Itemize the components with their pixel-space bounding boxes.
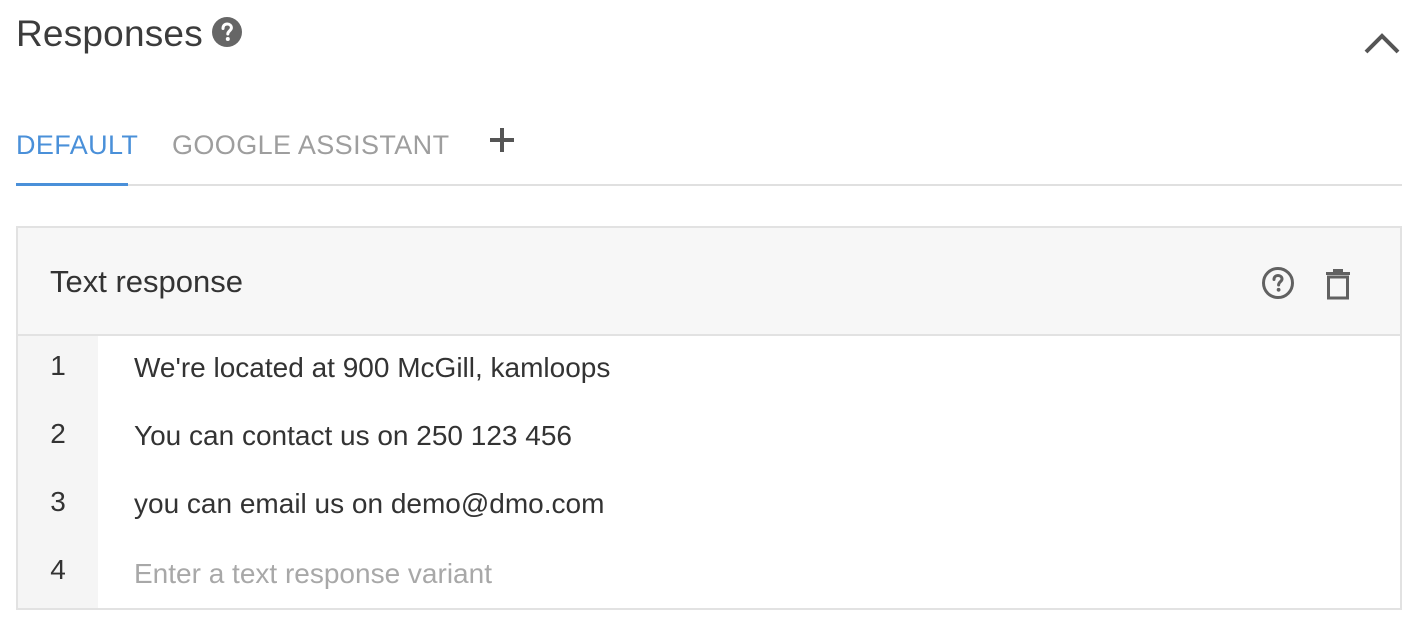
delete-card-button[interactable]: [1320, 265, 1356, 301]
row-number: 3: [50, 486, 66, 517]
response-input-row: 4: [18, 540, 1400, 608]
row-number: 4: [50, 554, 66, 585]
response-text[interactable]: We're located at 900 McGill, kamloops: [134, 352, 1380, 384]
section-title: Responses: [16, 13, 203, 54]
responses-header: Responses: [16, 8, 1402, 68]
chevron-up-icon: [1364, 33, 1400, 54]
card-help-button[interactable]: [1260, 265, 1296, 301]
add-tab-button[interactable]: [484, 122, 520, 158]
tab-google-assistant[interactable]: GOOGLE ASSISTANT: [172, 130, 449, 161]
response-row: 1 We're located at 900 McGill, kamloops: [18, 336, 1400, 404]
response-row: 3 you can email us on demo@dmo.com: [18, 472, 1400, 540]
trash-icon: [1326, 269, 1350, 300]
plus-icon: [490, 128, 514, 152]
response-tabs: DEFAULT GOOGLE ASSISTANT: [16, 100, 1402, 186]
row-number: 2: [50, 418, 66, 449]
response-text[interactable]: you can email us on demo@dmo.com: [134, 488, 1380, 520]
text-response-card: Text response 1 We're located at 900 McG…: [16, 226, 1402, 610]
active-tab-indicator: [16, 183, 128, 186]
card-header: Text response: [18, 228, 1400, 336]
tab-default[interactable]: DEFAULT: [16, 130, 138, 161]
response-variant-input[interactable]: [134, 552, 1034, 596]
help-circle-outline-icon: [1262, 267, 1294, 299]
help-circle-filled-icon[interactable]: [211, 16, 243, 48]
card-title: Text response: [50, 264, 243, 299]
response-row: 2 You can contact us on 250 123 456: [18, 404, 1400, 472]
collapse-button[interactable]: [1362, 22, 1402, 62]
response-text[interactable]: You can contact us on 250 123 456: [134, 420, 1380, 452]
response-rows: 1 We're located at 900 McGill, kamloops …: [18, 336, 1400, 608]
row-number: 1: [50, 350, 66, 381]
